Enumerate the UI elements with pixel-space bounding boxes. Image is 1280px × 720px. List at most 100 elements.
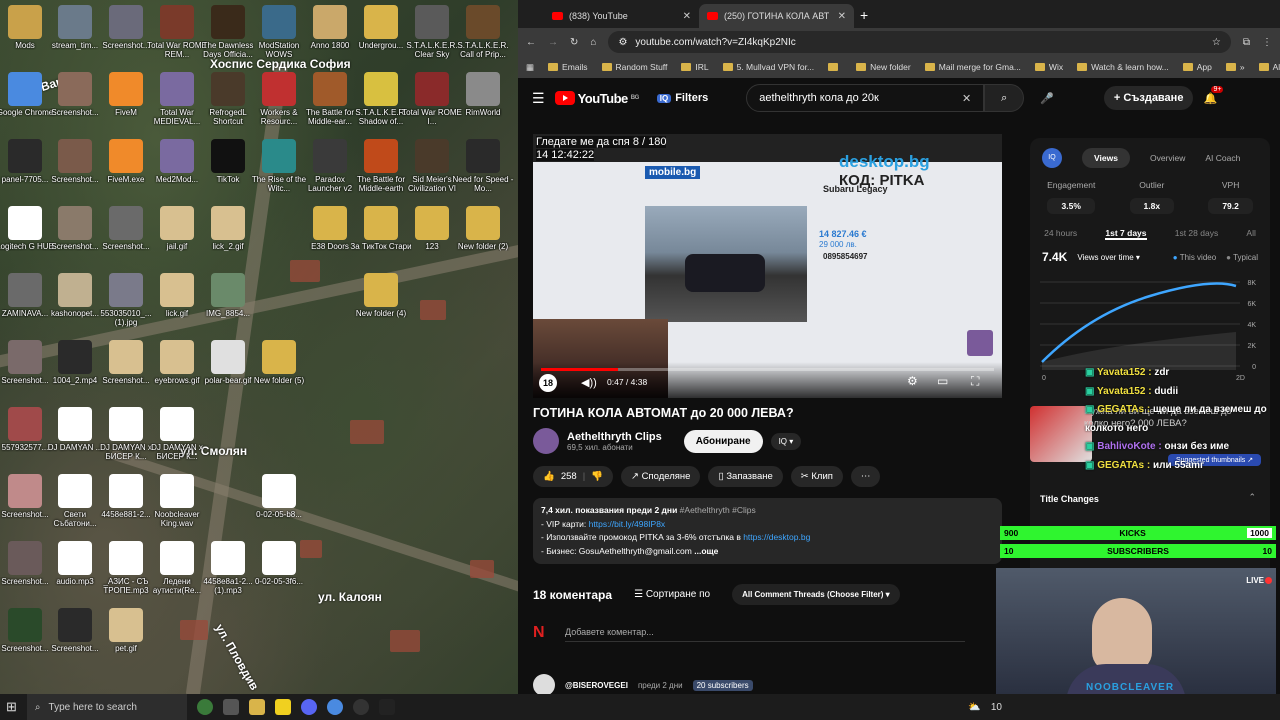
channel-avatar[interactable] — [533, 428, 559, 454]
app-icon — [364, 139, 398, 173]
video-player[interactable]: Гледате ме да спя 8 / 180 14 12:42:22 de… — [533, 134, 1002, 398]
filters-button[interactable]: IQ Filters — [656, 92, 708, 104]
discord-icon[interactable] — [300, 699, 317, 715]
extensions-icon[interactable]: ⧉ — [1243, 37, 1250, 48]
bookmark-item[interactable]: IRL — [681, 62, 709, 72]
apps-grid-icon[interactable]: ▦ — [526, 62, 534, 73]
desktop-icon[interactable]: Noobcleaver King.wav — [146, 474, 208, 528]
desktop-icon[interactable]: DJ DAMYAN x БИСЕР К... — [146, 407, 208, 461]
more-button[interactable]: ⋯ — [850, 466, 881, 487]
chevron-up-icon[interactable]: ⌃ — [1248, 492, 1256, 503]
suggested-thumb[interactable] — [1030, 406, 1092, 462]
settings-icon[interactable]: ⚙ — [907, 374, 918, 388]
tab-overview[interactable]: Overview — [1150, 153, 1185, 163]
url-field[interactable]: ⚙ youtube.com/watch?v=ZI4kqKp2NIc ☆ — [608, 31, 1231, 53]
desc-link[interactable]: https://desktop.bg — [743, 532, 810, 542]
comment-filter-dropdown[interactable]: All Comment Threads (Choose Filter) ▾ — [732, 584, 900, 605]
desktop-icon[interactable]: RimWorld — [452, 72, 514, 117]
clear-icon[interactable]: ✕ — [962, 92, 971, 105]
progress-bar[interactable] — [541, 368, 994, 371]
range-tab[interactable]: 1st 28 days — [1175, 228, 1218, 240]
thumbs-down-icon[interactable]: 👎 — [591, 471, 603, 482]
task-view-icon[interactable] — [222, 699, 239, 715]
title-changes[interactable]: Title Changes — [1040, 494, 1099, 504]
bookmark-item[interactable]: 5. Mullvad VPN for... — [722, 62, 814, 72]
description-box[interactable]: 7,4 хил. показвания преди 2 дни #Aethelt… — [533, 498, 1002, 564]
chrome-icon[interactable] — [326, 699, 343, 715]
notifications-icon[interactable]: 🔔 9+ — [1203, 85, 1224, 105]
close-icon[interactable]: ✕ — [683, 11, 691, 22]
bookmark-item[interactable] — [828, 63, 842, 71]
fullscreen-icon[interactable]: ⛶ — [971, 374, 979, 389]
desktop-icon[interactable]: New folder (2) — [452, 206, 514, 251]
desktop-icon[interactable]: S.T.A.L.K.E.R. Call of Prip... — [452, 5, 514, 59]
desktop-icon[interactable]: 0-02-05-b8... — [248, 474, 310, 519]
tab-views[interactable]: Views — [1082, 148, 1130, 168]
app-icon — [58, 273, 92, 307]
bookmark-item[interactable]: » — [1225, 62, 1245, 72]
bookmark-item[interactable]: Emails — [548, 62, 588, 72]
hamburger-icon[interactable]: ☰ — [532, 90, 545, 107]
bookmark-item[interactable]: New folder — [856, 62, 911, 72]
globe-icon[interactable] — [196, 699, 213, 715]
sort-button[interactable]: ☰ Сортиране по — [634, 589, 710, 600]
save-button[interactable]: ▯ Запазване — [708, 466, 783, 487]
sticky-notes-icon[interactable] — [274, 699, 291, 715]
range-tab[interactable]: 1st 7 days — [1105, 228, 1147, 240]
bookmark-item[interactable]: Wix — [1034, 62, 1063, 72]
site-info-icon[interactable]: ⚙ — [618, 37, 627, 48]
desktop-icon[interactable]: IMG_8854... — [197, 273, 259, 318]
forward-icon[interactable]: → — [548, 37, 558, 48]
desc-link[interactable]: https://bit.ly/498IP8x — [589, 519, 666, 529]
search-button[interactable]: ⌕ — [984, 84, 1025, 112]
close-icon[interactable]: ✕ — [838, 11, 846, 22]
create-button[interactable]: + Създаване — [1103, 86, 1194, 110]
bookmark-label: Emails — [562, 62, 588, 72]
bookmark-star-icon[interactable]: ☆ — [1212, 37, 1221, 48]
youtube-logo[interactable]: YouTube BG — [554, 91, 639, 106]
app-icon[interactable] — [378, 699, 395, 715]
windows-start-icon[interactable]: ⊞ — [6, 699, 17, 715]
views-dropdown[interactable]: Views over time ▾ — [1077, 253, 1140, 262]
like-button[interactable]: 👍 258 | 👎 — [533, 466, 614, 487]
new-tab-icon[interactable]: + — [860, 7, 868, 23]
clip-button[interactable]: ✂ Клип — [790, 466, 843, 487]
bookmark-label: All Bookmarks — [1272, 62, 1280, 72]
taskbar-search[interactable]: ⌕ Type here to search — [26, 694, 187, 720]
menu-icon[interactable]: ⋮ — [1262, 37, 1272, 48]
tab-youtube-home[interactable]: (838) YouTube ✕ — [544, 4, 699, 28]
tab-video[interactable]: (250) ГОТИНА КОЛА АВТОМ ✕ — [699, 4, 854, 28]
back-icon[interactable]: ← — [526, 37, 536, 48]
desktop-icon[interactable]: New folder (5) — [248, 340, 310, 385]
channel-name[interactable]: Aethelthryth Clips — [567, 431, 662, 443]
desktop-icon[interactable]: Need for Speed - Mo... — [452, 139, 514, 193]
desktop-icon[interactable]: pet.gif — [95, 608, 157, 653]
reload-icon[interactable]: ↻ — [570, 37, 578, 48]
share-button[interactable]: ↗ Споделяне — [621, 466, 701, 487]
home-icon[interactable]: ⌂ — [590, 37, 596, 48]
search-input[interactable]: aethelthryth кола до 20к ✕ — [746, 84, 985, 112]
range-tab[interactable]: All — [1246, 228, 1255, 240]
desktop-icon[interactable]: lick_2.gif — [197, 206, 259, 251]
comment-input[interactable]: Добавете коментар... — [565, 627, 965, 642]
bookmark-item[interactable]: Watch & learn how... — [1077, 62, 1169, 72]
desktop-icon[interactable]: New folder (4) — [350, 273, 412, 318]
obs-icon[interactable] — [352, 699, 369, 715]
subscribe-button[interactable]: Абониране — [683, 429, 763, 453]
bookmark-item[interactable]: App — [1182, 62, 1212, 72]
show-more[interactable]: ...още — [694, 546, 718, 556]
volume-icon[interactable]: ◀)) — [581, 376, 597, 389]
weather-icon[interactable]: ⛅ — [968, 702, 980, 713]
file-explorer-icon[interactable] — [248, 699, 265, 715]
comment-author[interactable]: @BISEROVEGEI — [565, 681, 628, 690]
hashtags[interactable]: #Aethelthryth #Clips — [680, 505, 756, 515]
tab-ai-coach[interactable]: AI Coach — [1205, 153, 1240, 163]
range-tab[interactable]: 24 hours — [1044, 228, 1077, 240]
bookmark-item[interactable]: Mail merge for Gma... — [924, 62, 1021, 72]
desktop-icon[interactable]: 0-02-05-3f6... — [248, 541, 310, 586]
mic-icon[interactable]: 🎤 — [1040, 92, 1054, 105]
bookmark-item[interactable]: Random Stuff — [601, 62, 667, 72]
bookmark-item[interactable]: All Bookmarks — [1258, 62, 1280, 72]
theater-icon[interactable]: ▭ — [937, 374, 948, 388]
iq-channel-button[interactable]: IQ ▾ — [770, 432, 802, 450]
